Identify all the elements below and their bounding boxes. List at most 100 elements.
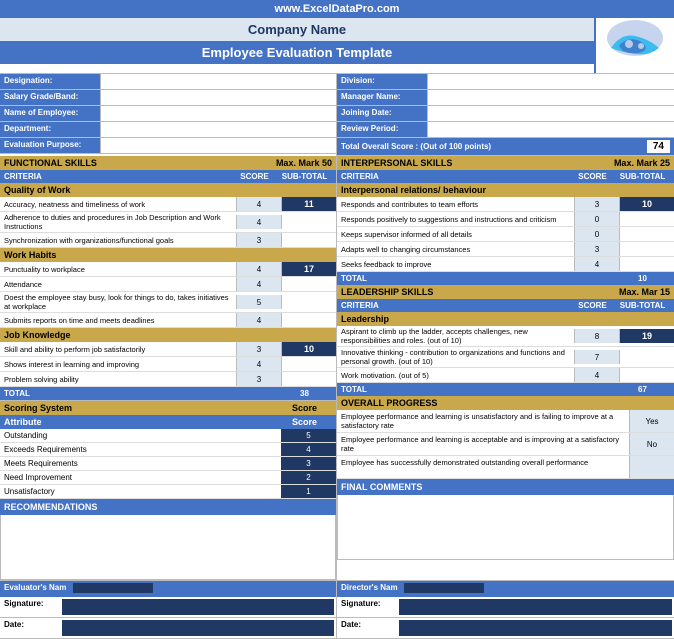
eval-purpose-label: Evaluation Purpose:	[0, 138, 100, 153]
evaluator-sig-val	[62, 599, 334, 615]
footer: Evaluator's Nam Signature: Date: Directo…	[0, 580, 674, 639]
op-row-0: Employee performance and learning is uns…	[337, 410, 674, 433]
evaluator-date-val	[62, 620, 334, 636]
final-comments-body[interactable]	[337, 495, 674, 560]
scoring-header: Scoring System Score	[0, 401, 336, 415]
interpersonal-skills-total: TOTAL 10	[337, 272, 674, 285]
designation-label: Designation:	[0, 74, 100, 89]
designation-value	[100, 74, 336, 89]
page-title: Employee Evaluation Template	[0, 41, 594, 64]
manager-label: Manager Name:	[337, 90, 427, 105]
scoring-row-4: Unsatisfactory 1	[0, 485, 336, 499]
scoring-col-header: Attribute Score	[0, 415, 336, 429]
dept-value	[100, 122, 336, 137]
employee-label: Name of Employee:	[0, 106, 100, 121]
fs-row-2-2: Problem solving ability 3	[0, 372, 336, 387]
is-row-2: Keeps supervisor informed of all details…	[337, 227, 674, 242]
evaluator-date-row: Date:	[0, 618, 336, 639]
dept-row: Department:	[0, 122, 336, 138]
salary-label: Salary Grade/Band:	[0, 90, 100, 105]
evaluator-name-row: Evaluator's Nam	[0, 581, 336, 597]
eval-purpose-row: Evaluation Purpose:	[0, 138, 336, 154]
fs-row-1-0: Punctuality to workplace 4 17	[0, 262, 336, 277]
header-left: Designation: Salary Grade/Band: Name of …	[0, 74, 337, 156]
functional-skills-header: FUNCTIONAL SKILLS Max. Mark 50	[0, 156, 336, 170]
review-label: Review Period:	[337, 122, 427, 137]
footer-left: Evaluator's Nam Signature: Date:	[0, 581, 337, 639]
fs-row-1-3: Submits reports on time and meets deadli…	[0, 313, 336, 328]
leadership-section-header: Leadership	[337, 312, 674, 326]
functional-skills-title: FUNCTIONAL SKILLS	[4, 158, 97, 168]
designation-row: Designation:	[0, 74, 336, 90]
ls-row-0: Aspirant to climb up the ladder, accepts…	[337, 326, 674, 347]
interpersonal-col-header: CRITERIA SCORE SUB-TOTAL	[337, 170, 674, 183]
is-row-0: Responds and contributes to team efforts…	[337, 197, 674, 212]
director-name-row: Director's Nam	[337, 581, 674, 597]
review-row: Review Period:	[337, 122, 674, 138]
logo-area	[594, 18, 674, 73]
manager-value	[427, 90, 674, 105]
functional-skills-col-header: CRITERIA SCORE SUB-TOTAL	[0, 170, 336, 183]
evaluator-sig-row: Signature:	[0, 597, 336, 618]
joining-row: Joining Date:	[337, 106, 674, 122]
total-overall-value: 74	[647, 140, 670, 153]
division-row: Division:	[337, 74, 674, 90]
header-right: Division: Manager Name: Joining Date: Re…	[337, 74, 674, 156]
recommendations-section: RECOMMENDATIONS	[0, 499, 336, 580]
leadership-col-header: CRITERIA SCORE SUB-TOTAL	[337, 299, 674, 312]
scoring-system-section: Scoring System Score Attribute Score Out…	[0, 400, 336, 499]
salary-row: Salary Grade/Band:	[0, 90, 336, 106]
top-bar: www.ExcelDataPro.com	[0, 0, 674, 18]
functional-skills-total: TOTAL 38	[0, 387, 336, 400]
overall-progress-header: OVERALL PROGRESS	[337, 396, 674, 410]
ls-row-2: Work motivation. (out of 5) 4	[337, 368, 674, 383]
fs-row-2-1: Shows interest in learning and improving…	[0, 357, 336, 372]
director-sig-val	[399, 599, 672, 615]
final-comments-header: FINAL COMMENTS	[337, 479, 674, 495]
scoring-row-2: Meets Requirements 3	[0, 457, 336, 471]
work-habits-header: Work Habits	[0, 248, 336, 262]
is-row-3: Adapts well to changing circumstances 3	[337, 242, 674, 257]
eval-purpose-value	[100, 138, 336, 153]
joining-label: Joining Date:	[337, 106, 427, 121]
leadership-total: TOTAL 67	[337, 383, 674, 396]
op-row-2: Employee has successfully demonstrated o…	[337, 456, 674, 479]
scoring-row-1: Exceeds Requirements 4	[0, 443, 336, 457]
director-date-row: Date:	[337, 618, 674, 639]
employee-row: Name of Employee:	[0, 106, 336, 122]
functional-skills-max: Max. Mark 50	[276, 158, 332, 168]
is-row-4: Seeks feedback to improve 4	[337, 257, 674, 272]
recommendations-body[interactable]	[0, 515, 336, 580]
fs-row-0-2: Synchronization with organizations/funct…	[0, 233, 336, 248]
ls-row-1: Innovative thinking - contribution to or…	[337, 347, 674, 368]
manager-row: Manager Name:	[337, 90, 674, 106]
quality-of-work-header: Quality of Work	[0, 183, 336, 197]
job-knowledge-header: Job Knowledge	[0, 328, 336, 342]
joining-value	[427, 106, 674, 121]
review-value	[427, 122, 674, 137]
scoring-row-3: Need Improvement 2	[0, 471, 336, 485]
division-label: Division:	[337, 74, 427, 89]
interpersonal-relations-header: Interpersonal relations/ behaviour	[337, 183, 674, 197]
director-date-val	[399, 620, 672, 636]
final-comments-section: FINAL COMMENTS	[337, 479, 674, 560]
fs-row-1-2: Doest the employee stay busy, look for t…	[0, 292, 336, 313]
fs-row-2-0: Skill and ability to perform job satisfa…	[0, 342, 336, 357]
is-row-1: Responds positively to suggestions and i…	[337, 212, 674, 227]
division-value	[427, 74, 674, 89]
fs-row-0-1: Adherence to duties and procedures in Jo…	[0, 212, 336, 233]
recommendations-header: RECOMMENDATIONS	[0, 499, 336, 515]
main-content: FUNCTIONAL SKILLS Max. Mark 50 CRITERIA …	[0, 156, 674, 580]
right-panel: INTERPERSONAL SKILLS Max. Mark 25 CRITER…	[337, 156, 674, 580]
logo-icon	[601, 18, 669, 73]
employee-value	[100, 106, 336, 121]
total-overall-label: Total Overall Score : (Out of 100 points…	[341, 142, 491, 151]
footer-right: Director's Nam Signature: Date:	[337, 581, 674, 639]
left-panel: FUNCTIONAL SKILLS Max. Mark 50 CRITERIA …	[0, 156, 337, 580]
interpersonal-skills-header: INTERPERSONAL SKILLS Max. Mark 25	[337, 156, 674, 170]
salary-value	[100, 90, 336, 105]
op-row-1: Employee performance and learning is acc…	[337, 433, 674, 456]
site-url[interactable]: www.ExcelDataPro.com	[275, 3, 400, 15]
leadership-skills-header: LEADERSHIP SKILLS Max. Mar 15	[337, 285, 674, 299]
total-overall-row: Total Overall Score : (Out of 100 points…	[337, 138, 674, 156]
